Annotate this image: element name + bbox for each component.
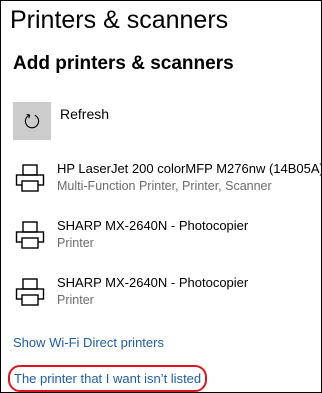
device-type: Multi-Function Printer, Printer, Scanner: [57, 179, 272, 193]
show-wifi-direct-printers-link[interactable]: Show Wi-Fi Direct printers: [13, 334, 164, 351]
printer-icon: [15, 164, 45, 192]
device-type: Printer: [57, 293, 94, 307]
printer-not-listed-link[interactable]: The printer that I want isn’t listed: [8, 365, 208, 392]
add-printers-section-title: Add printers & scanners: [13, 53, 234, 74]
refresh-icon: [24, 113, 40, 129]
device-name: SHARP MX-2640N - Photocopier: [57, 218, 249, 233]
page-title: Printers & scanners: [10, 6, 229, 34]
refresh-tile[interactable]: [13, 102, 51, 140]
printer-icon: [15, 278, 45, 306]
device-type: Printer: [57, 236, 94, 250]
device-name: HP LaserJet 200 colorMFP M276nw (14B05A): [57, 161, 322, 176]
device-item[interactable]: SHARP MX-2640N - Photocopier Printer: [13, 272, 313, 329]
refresh-label[interactable]: Refresh: [60, 105, 109, 123]
refresh-button[interactable]: Refresh: [13, 102, 213, 142]
device-item[interactable]: SHARP MX-2640N - Photocopier Printer: [13, 215, 313, 272]
device-item[interactable]: HP LaserJet 200 colorMFP M276nw (14B05A)…: [13, 158, 321, 215]
printers-scanners-panel: Printers & scanners Add printers & scann…: [0, 0, 322, 393]
device-name: SHARP MX-2640N - Photocopier: [57, 275, 249, 290]
printer-icon: [15, 221, 45, 249]
device-list: HP LaserJet 200 colorMFP M276nw (14B05A)…: [13, 158, 321, 329]
